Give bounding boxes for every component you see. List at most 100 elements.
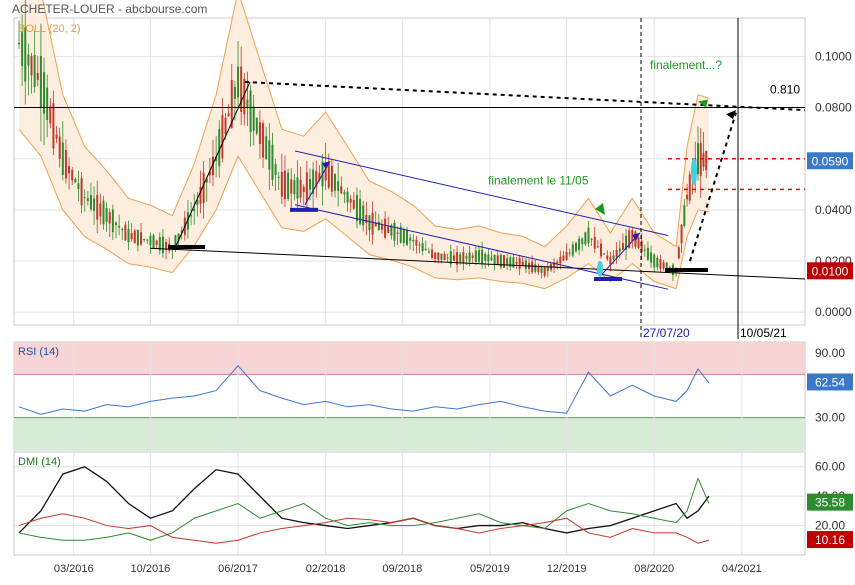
candle-body <box>293 180 296 195</box>
candle-body <box>146 239 149 241</box>
y-tick-label: 0.0800 <box>815 101 852 115</box>
candle-body <box>39 56 42 108</box>
candle-body <box>415 239 418 246</box>
candle-body <box>140 232 143 245</box>
candle-body <box>496 255 499 266</box>
rsi-value: 62.54 <box>815 375 845 389</box>
candle-body <box>556 261 559 264</box>
candle-body <box>418 244 421 246</box>
candle-body <box>83 196 86 198</box>
candle-body <box>237 66 240 98</box>
candle-body <box>421 243 424 252</box>
level-label: 0.810 <box>770 83 800 97</box>
candle-body <box>277 176 280 178</box>
candle-body <box>74 179 77 183</box>
candle-body <box>559 257 562 264</box>
candle-body <box>30 55 33 76</box>
candle-body <box>349 198 352 203</box>
candle-body <box>465 256 468 259</box>
candle-body <box>705 150 708 171</box>
candle-body <box>118 225 121 228</box>
date-marker-label: 27/07/20 <box>643 326 690 340</box>
candle-body <box>290 179 293 194</box>
candle-body <box>24 27 27 82</box>
candle-body <box>18 42 20 45</box>
candle-body <box>434 252 437 260</box>
candle-body <box>149 235 152 246</box>
candle-body <box>387 225 390 234</box>
candle-body <box>606 255 609 260</box>
panel-2 <box>13 451 806 556</box>
candle-body <box>365 215 368 223</box>
candle-body <box>697 143 699 175</box>
candle-body <box>55 134 58 139</box>
candle-body <box>621 243 624 250</box>
candle-body <box>202 172 205 204</box>
candle-body <box>36 72 39 81</box>
cyan-marker <box>691 157 697 186</box>
candle-body <box>64 149 67 179</box>
candle-body <box>515 262 518 264</box>
candle-body <box>534 264 537 272</box>
candle-body <box>299 179 302 198</box>
candle-body <box>287 172 290 199</box>
candle-body <box>574 242 577 252</box>
candle-body <box>265 136 268 160</box>
y-tick-label: 0.1000 <box>815 49 852 63</box>
candle-body <box>305 172 308 202</box>
candle-body <box>506 258 509 266</box>
candle-body <box>543 266 546 276</box>
rsi-tick-label: 90.00 <box>815 346 845 360</box>
candle-body <box>99 203 102 217</box>
candle-body <box>262 123 265 158</box>
candle-body <box>302 186 305 193</box>
candle-body <box>487 254 490 262</box>
candle-body <box>193 208 196 211</box>
candle-body <box>296 177 299 199</box>
candle-body <box>352 200 355 209</box>
candle-body <box>133 230 136 244</box>
candle-body <box>402 229 405 243</box>
candle-body <box>406 230 408 245</box>
candle-body <box>481 249 484 264</box>
candle-body <box>21 32 24 66</box>
candle-body <box>111 209 114 233</box>
candle-body <box>656 257 659 268</box>
candle-body <box>80 177 83 206</box>
candle-body <box>618 248 621 252</box>
candle-body <box>52 103 55 149</box>
candle-body <box>499 254 502 268</box>
candle-body <box>161 236 164 254</box>
candle-body <box>462 252 465 264</box>
candle-body <box>46 87 49 121</box>
cyan-marker <box>597 260 603 277</box>
candle-body <box>71 169 74 181</box>
last-price-value: 0.0590 <box>812 154 849 168</box>
candle-body <box>662 262 665 269</box>
rsi-tick-label: 30.00 <box>815 411 845 425</box>
candle-body <box>459 254 462 262</box>
candle-body <box>503 255 505 268</box>
x-tick-label: 04/2021 <box>722 563 762 575</box>
candle-body <box>96 195 99 220</box>
candle-body <box>686 194 689 200</box>
candle-body <box>683 205 686 227</box>
candle-body <box>340 186 343 194</box>
candle-body <box>221 115 224 159</box>
candle-body <box>531 261 534 273</box>
date-marker-label: 10/05/21 <box>740 326 787 340</box>
candle-body <box>431 249 434 258</box>
candle-body <box>393 222 396 241</box>
x-tick-label: 05/2019 <box>470 563 510 575</box>
candle-body <box>280 171 283 197</box>
candle-body <box>521 261 524 266</box>
dmi-label: DMI (14) <box>18 456 61 468</box>
candle-body <box>249 90 252 133</box>
candle-body <box>77 183 80 189</box>
candle-body <box>343 192 346 195</box>
candle-body <box>115 222 117 226</box>
candle-body <box>252 106 255 131</box>
candle-body <box>330 165 333 192</box>
candle-body <box>680 224 683 244</box>
candle-body <box>283 170 286 200</box>
